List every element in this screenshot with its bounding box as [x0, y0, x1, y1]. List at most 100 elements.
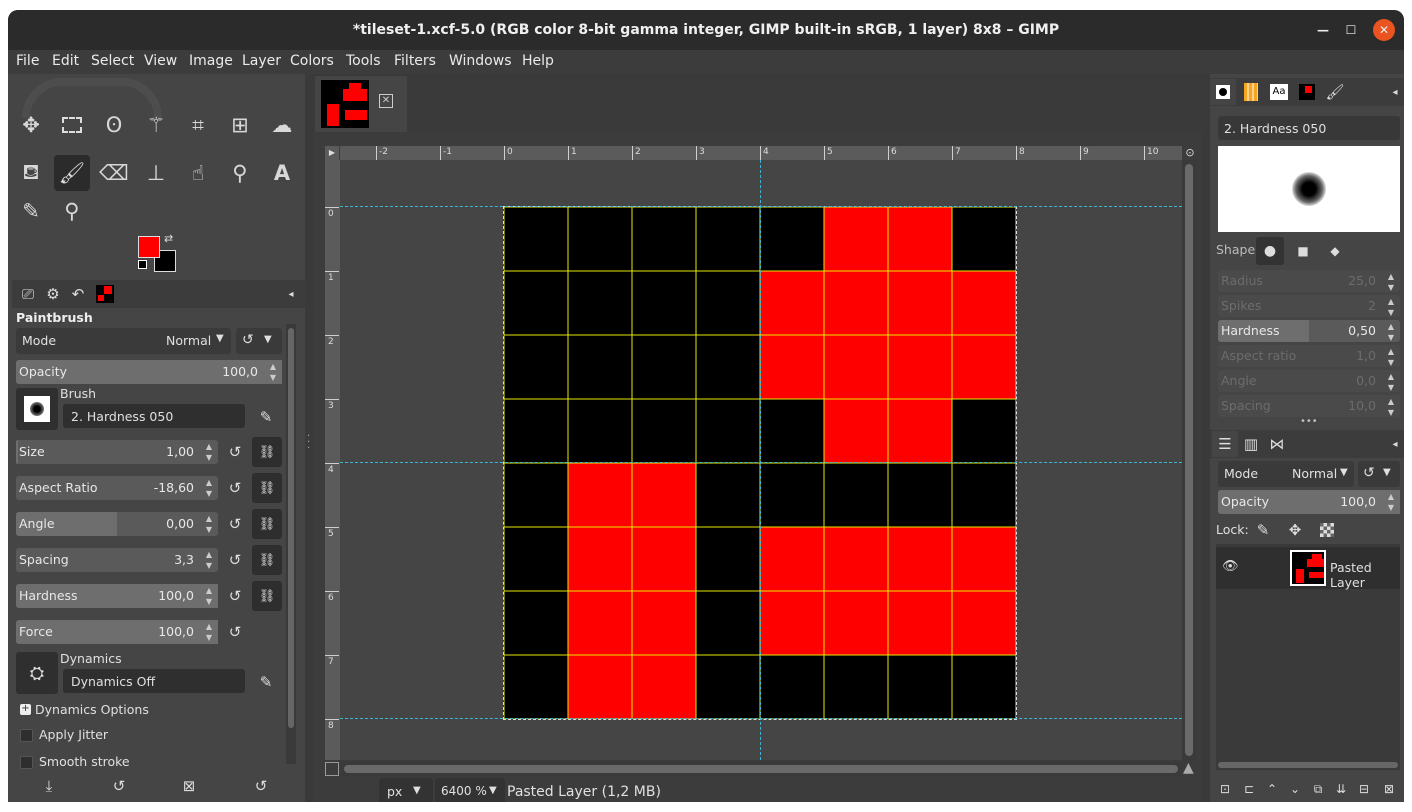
pixel-cell[interactable]	[824, 335, 888, 399]
pixel-cell[interactable]	[952, 463, 1016, 527]
link-chain-icon[interactable]: ⛓	[252, 581, 282, 611]
aspect-ratio-slider[interactable]: Aspect Ratio -18,60 ▲ ▼	[16, 476, 218, 500]
pixel-cell[interactable]	[760, 527, 824, 591]
spin-buttons[interactable]: ▲ ▼	[202, 513, 216, 535]
pixel-cell[interactable]	[504, 655, 568, 719]
pixel-cell[interactable]	[888, 591, 952, 655]
pixel-cell[interactable]	[760, 399, 824, 463]
fuzzy-select-tool-icon[interactable]: ⚚	[138, 107, 174, 143]
pixel-cell[interactable]	[952, 591, 1016, 655]
pixel-cell[interactable]	[824, 655, 888, 719]
spacing-slider[interactable]: Spacing 3,3 ▲ ▼	[16, 548, 218, 572]
pixel-cell[interactable]	[760, 271, 824, 335]
vertical-ruler[interactable]: 0 1 2 3 4 5 6 7 8	[325, 160, 340, 760]
menu-select[interactable]: Select	[91, 53, 134, 69]
free-select-tool-icon[interactable]: ʘ	[96, 107, 132, 143]
pixel-cell[interactable]	[696, 271, 760, 335]
mode-select[interactable]: Mode Normal ▼	[16, 328, 231, 354]
bucket-fill-tool-icon[interactable]: ⛾	[13, 155, 49, 191]
spin-buttons[interactable]: ▲ ▼	[1384, 491, 1398, 513]
edit-brush-icon[interactable]: ✎	[253, 404, 279, 430]
foreground-color-swatch[interactable]	[138, 236, 160, 258]
hardness-param-slider[interactable]: Hardness 0,50 ▲ ▼	[1218, 320, 1400, 342]
delete-options-icon[interactable]: ⊠	[176, 773, 202, 799]
pixel-cell[interactable]	[504, 527, 568, 591]
pixel-cell[interactable]	[824, 463, 888, 527]
delete-layer-icon[interactable]: ⊠	[1376, 776, 1402, 802]
spin-buttons[interactable]: ▲ ▼	[202, 621, 216, 643]
pixel-cell[interactable]	[568, 591, 632, 655]
zoom-tool-icon[interactable]: ⚲	[54, 193, 90, 229]
spin-buttons[interactable]: ▲ ▼	[202, 585, 216, 607]
pixel-cell[interactable]	[568, 207, 632, 271]
image-tab[interactable]: ✕	[315, 76, 407, 132]
shape-square-button[interactable]: ■	[1290, 238, 1316, 264]
pixel-cell[interactable]	[760, 335, 824, 399]
pixel-cell[interactable]	[952, 335, 1016, 399]
left-dock-separator[interactable]: · · ·	[305, 74, 313, 802]
unit-select[interactable]: px ▼	[379, 778, 433, 802]
device-status-tab-icon[interactable]: ⚙	[40, 281, 66, 307]
spin-buttons[interactable]: ▲ ▼	[202, 441, 216, 463]
dynamics-options-expander[interactable]: Dynamics Options	[35, 702, 149, 717]
quick-mask-menu-icon[interactable]: ▶	[325, 146, 339, 160]
layer-mode-select[interactable]: Mode Normal ▼	[1218, 461, 1354, 487]
guide-line[interactable]	[340, 462, 1182, 463]
pixel-cell[interactable]	[696, 527, 760, 591]
pixel-cell[interactable]	[888, 335, 952, 399]
pixel-cell[interactable]	[504, 463, 568, 527]
force-slider[interactable]: Force 100,0 ▲ ▼	[16, 620, 218, 644]
pixel-cell[interactable]	[696, 591, 760, 655]
dynamics-field[interactable]: Dynamics Off	[63, 669, 245, 693]
mode-reset-button[interactable]: ↺ ▼	[236, 328, 282, 354]
spin-buttons[interactable]: ▲ ▼	[202, 477, 216, 499]
pixel-cell[interactable]	[504, 271, 568, 335]
reset-icon[interactable]: ↺	[222, 439, 248, 465]
pixel-cell[interactable]	[568, 399, 632, 463]
pixel-cell[interactable]	[632, 655, 696, 719]
size-slider[interactable]: Size 1,00 ▲ ▼	[16, 440, 218, 464]
brush-name-field[interactable]: 2. Hardness 050	[63, 404, 245, 428]
spin-buttons[interactable]: ▲ ▼	[202, 549, 216, 571]
eraser-tool-icon[interactable]: ⌫	[96, 155, 132, 191]
layer-row[interactable]: 👁 Pasted Layer	[1216, 547, 1400, 590]
pixel-cell[interactable]	[760, 591, 824, 655]
guide-line[interactable]	[760, 160, 761, 760]
layers-scrollbar[interactable]	[1216, 760, 1400, 770]
pixel-cell[interactable]	[696, 207, 760, 271]
menu-image[interactable]: Image	[189, 53, 233, 69]
pixel-cell[interactable]	[952, 207, 1016, 271]
menu-help[interactable]: Help	[522, 53, 554, 69]
color-picker-tool-icon[interactable]: ✎	[13, 193, 49, 229]
pixel-cell[interactable]	[760, 655, 824, 719]
mask-layer-icon[interactable]: ⊟	[1351, 776, 1377, 802]
guide-line[interactable]	[340, 718, 1182, 719]
zoom-follow-icon[interactable]: ⊙	[1183, 146, 1197, 160]
pixel-cell[interactable]	[632, 271, 696, 335]
canvas-viewport[interactable]	[340, 160, 1182, 760]
lock-alpha-icon[interactable]	[1314, 517, 1340, 543]
pixel-cell[interactable]	[504, 399, 568, 463]
dynamics-preview-button[interactable]: ⛭	[16, 652, 58, 694]
layer-mode-reset-button[interactable]: ↺ ▼	[1358, 461, 1400, 487]
warp-transform-tool-icon[interactable]: ☁	[264, 107, 300, 143]
panel-menu-icon[interactable]: ◂	[278, 281, 304, 307]
text-tool-icon[interactable]: A	[264, 155, 300, 191]
reset-icon[interactable]: ↺	[222, 619, 248, 645]
undo-history-tab-icon[interactable]: ↶	[65, 281, 91, 307]
link-chain-icon[interactable]: ⛓	[252, 437, 282, 467]
expander-plus-icon[interactable]: +	[20, 704, 31, 715]
lock-position-icon[interactable]: ✥	[1282, 517, 1308, 543]
menu-windows[interactable]: Windows	[449, 53, 512, 69]
pixel-cell[interactable]	[888, 527, 952, 591]
tool-options-scrollbar[interactable]	[286, 324, 296, 764]
pixel-cell[interactable]	[952, 527, 1016, 591]
pixel-cell[interactable]	[568, 335, 632, 399]
pixel-cell[interactable]	[760, 207, 824, 271]
minimize-button[interactable]: —	[1312, 19, 1334, 41]
pixel-cell[interactable]	[632, 399, 696, 463]
shape-circle-button[interactable]: ●	[1256, 237, 1284, 265]
dock-handle-icon[interactable]: •••	[1300, 416, 1318, 427]
pixel-cell[interactable]	[696, 463, 760, 527]
horizontal-scrollbar[interactable]	[340, 762, 1182, 776]
